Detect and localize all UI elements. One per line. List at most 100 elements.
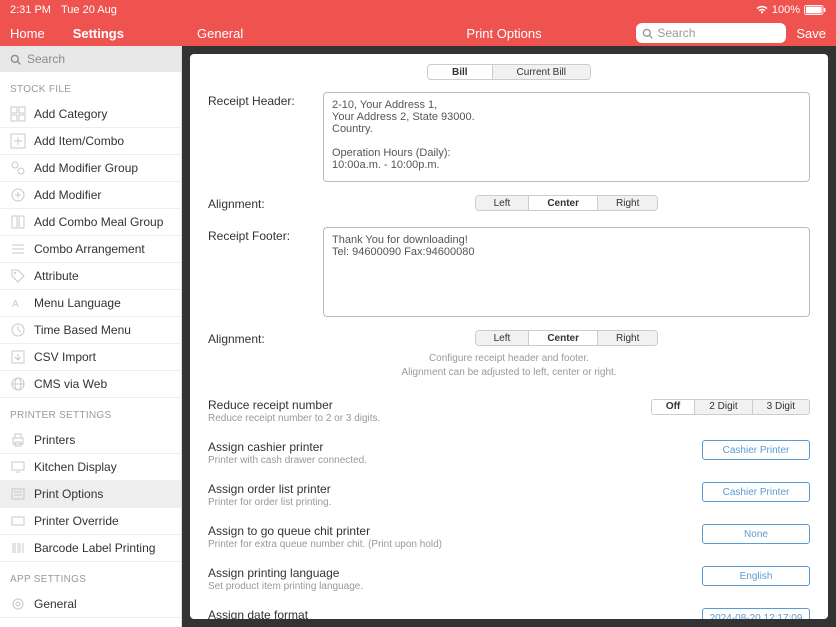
chit-printer-button[interactable]: None bbox=[702, 524, 810, 544]
nav-back-general[interactable]: General bbox=[182, 26, 243, 41]
receipt-footer-textarea[interactable] bbox=[323, 227, 810, 317]
sidebar-search-placeholder: Search bbox=[27, 52, 65, 66]
sidebar-item-add-modifier[interactable]: Add Modifier bbox=[0, 182, 181, 209]
align-header-right[interactable]: Right bbox=[598, 196, 657, 210]
sidebar-item-label: CMS via Web bbox=[34, 377, 107, 391]
align-header-center[interactable]: Center bbox=[529, 196, 598, 210]
date-format-button[interactable]: 2024-08-20 12:17:09 bbox=[702, 608, 810, 619]
receipt-footer-label: Receipt Footer: bbox=[208, 227, 323, 243]
combo-icon bbox=[10, 214, 26, 230]
tag-icon bbox=[10, 268, 26, 284]
page-title: Print Options bbox=[466, 26, 541, 41]
reduce-2digit[interactable]: 2 Digit bbox=[695, 400, 752, 414]
save-button[interactable]: Save bbox=[796, 26, 826, 41]
sidebar-item-label: CSV Import bbox=[34, 350, 96, 364]
align-footer-left[interactable]: Left bbox=[476, 331, 530, 345]
receipt-header-textarea[interactable] bbox=[323, 92, 810, 182]
import-icon bbox=[10, 349, 26, 365]
sidebar-item-label: Printers bbox=[34, 433, 75, 447]
sidebar-item-label: Menu Language bbox=[34, 296, 121, 310]
arrangement-icon bbox=[10, 241, 26, 257]
sidebar-item-add-item[interactable]: Add Item/Combo bbox=[0, 128, 181, 155]
status-date: Tue 20 Aug bbox=[61, 4, 117, 16]
content-panel: Bill Current Bill Receipt Header: Alignm… bbox=[190, 54, 828, 619]
date-format-title: Assign date format bbox=[208, 608, 313, 619]
footer-alignment-segment: Left Center Right bbox=[475, 330, 659, 346]
tab-current-bill[interactable]: Current Bill bbox=[493, 65, 590, 79]
bill-tab-segment: Bill Current Bill bbox=[427, 64, 591, 80]
sidebar-item-menu-language[interactable]: A Menu Language bbox=[0, 290, 181, 317]
reduce-receipt-sub: Reduce receipt number to 2 or 3 digits. bbox=[208, 413, 380, 424]
sidebar-item-attribute[interactable]: Attribute bbox=[0, 263, 181, 290]
chit-printer-title: Assign to go queue chit printer bbox=[208, 524, 442, 538]
chit-printer-sub: Printer for extra queue number chit. (Pr… bbox=[208, 539, 442, 550]
override-icon bbox=[10, 513, 26, 529]
clock-icon bbox=[10, 322, 26, 338]
barcode-icon bbox=[10, 540, 26, 556]
sidebar-item-label: Add Modifier bbox=[34, 188, 101, 202]
sidebar-item-add-category[interactable]: Add Category bbox=[0, 101, 181, 128]
reduce-3digit[interactable]: 3 Digit bbox=[753, 400, 809, 414]
plus-square-icon bbox=[10, 133, 26, 149]
sidebar-item-label: Add Combo Meal Group bbox=[34, 215, 163, 229]
sidebar-item-label: Print Options bbox=[34, 487, 103, 501]
align-footer-center[interactable]: Center bbox=[529, 331, 598, 345]
sidebar-item-label: Kitchen Display bbox=[34, 460, 117, 474]
sidebar-item-label: General bbox=[34, 597, 77, 611]
sidebar-item-combo-arrangement[interactable]: Combo Arrangement bbox=[0, 236, 181, 263]
sidebar-item-barcode-label[interactable]: Barcode Label Printing bbox=[0, 535, 181, 562]
tab-bill[interactable]: Bill bbox=[428, 65, 493, 79]
header-alignment-segment: Left Center Right bbox=[475, 195, 659, 211]
cashier-printer-button[interactable]: Cashier Printer bbox=[702, 440, 810, 460]
order-printer-title: Assign order list printer bbox=[208, 482, 331, 496]
sidebar-item-label: Add Category bbox=[34, 107, 107, 121]
hint-text: Configure receipt header and footer. Ali… bbox=[208, 352, 810, 380]
sidebar-item-add-modifier-group[interactable]: Add Modifier Group bbox=[0, 155, 181, 182]
sidebar-item-csv-import[interactable]: CSV Import bbox=[0, 344, 181, 371]
receipt-header-label: Receipt Header: bbox=[208, 92, 323, 108]
sidebar-item-time-based-menu[interactable]: Time Based Menu bbox=[0, 317, 181, 344]
sidebar-search-input[interactable]: Search bbox=[0, 46, 181, 72]
print-options-icon bbox=[10, 486, 26, 502]
status-bar: 2:31 PM Tue 20 Aug 100% bbox=[0, 0, 836, 20]
search-icon bbox=[642, 28, 653, 39]
sidebar-item-cms-web[interactable]: CMS via Web bbox=[0, 371, 181, 398]
order-printer-button[interactable]: Cashier Printer bbox=[702, 482, 810, 502]
alignment-label-1: Alignment: bbox=[208, 195, 323, 211]
gear-icon bbox=[10, 596, 26, 612]
language-icon: A bbox=[10, 295, 26, 311]
sidebar-section-app: APP SETTINGS bbox=[0, 562, 181, 591]
sidebar-item-kitchen-display[interactable]: Kitchen Display bbox=[0, 454, 181, 481]
svg-text:A: A bbox=[12, 299, 19, 310]
modifier-group-icon bbox=[10, 160, 26, 176]
nav-bar: Home Settings General Print Options Sear… bbox=[0, 20, 836, 46]
printing-language-button[interactable]: English bbox=[702, 566, 810, 586]
hint-line-1: Configure receipt header and footer. bbox=[208, 352, 810, 366]
cashier-printer-title: Assign cashier printer bbox=[208, 440, 367, 454]
reduce-off[interactable]: Off bbox=[652, 400, 695, 414]
sidebar-item-printer-override[interactable]: Printer Override bbox=[0, 508, 181, 535]
sidebar: Search STOCK FILE Add Category Add Item/… bbox=[0, 46, 182, 627]
hint-line-2: Alignment can be adjusted to left, cente… bbox=[208, 366, 810, 380]
display-icon bbox=[10, 459, 26, 475]
battery-icon bbox=[804, 5, 826, 15]
sidebar-item-label: Add Item/Combo bbox=[34, 134, 124, 148]
sidebar-item-label: Printer Override bbox=[34, 514, 119, 528]
nav-search-placeholder: Search bbox=[657, 26, 695, 40]
sidebar-item-label: Barcode Label Printing bbox=[34, 541, 155, 555]
nav-home-button[interactable]: Home bbox=[0, 26, 55, 41]
sidebar-item-print-options[interactable]: Print Options bbox=[0, 481, 181, 508]
sidebar-item-general[interactable]: General bbox=[0, 591, 181, 618]
nav-settings-title: Settings bbox=[55, 26, 142, 41]
nav-search-input[interactable]: Search bbox=[636, 23, 786, 43]
reduce-receipt-segment: Off 2 Digit 3 Digit bbox=[651, 399, 810, 415]
sidebar-item-label: Attribute bbox=[34, 269, 79, 283]
printing-language-title: Assign printing language bbox=[208, 566, 363, 580]
align-header-left[interactable]: Left bbox=[476, 196, 530, 210]
status-time: 2:31 PM bbox=[10, 4, 51, 16]
sidebar-item-add-combo-meal[interactable]: Add Combo Meal Group bbox=[0, 209, 181, 236]
sidebar-item-printers[interactable]: Printers bbox=[0, 427, 181, 454]
sidebar-section-stock-file: STOCK FILE bbox=[0, 72, 181, 101]
align-footer-right[interactable]: Right bbox=[598, 331, 657, 345]
sidebar-section-printer: PRINTER SETTINGS bbox=[0, 398, 181, 427]
